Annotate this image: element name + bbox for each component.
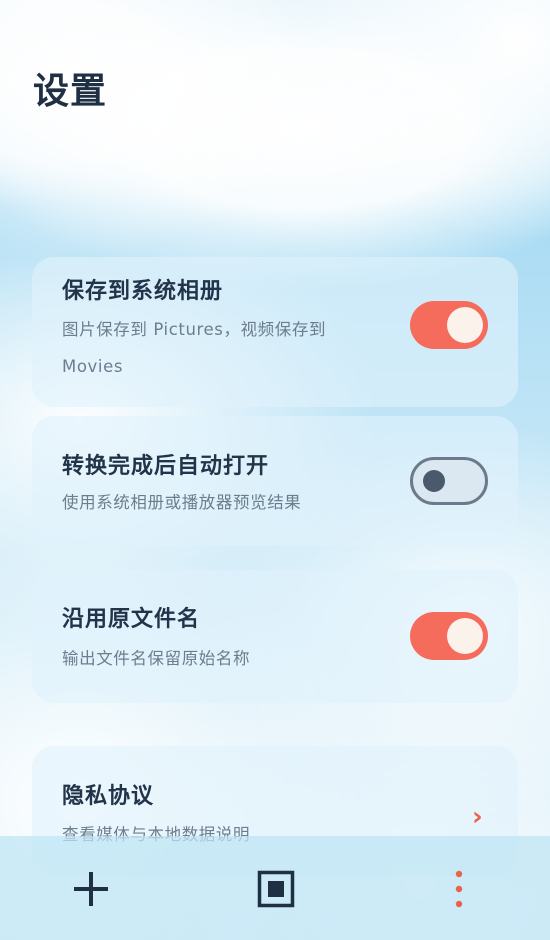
save-to-album-toggle[interactable] xyxy=(410,301,488,349)
setting-title: 保存到系统相册 xyxy=(62,279,224,304)
stop-button[interactable] xyxy=(257,870,295,908)
more-vertical-icon xyxy=(455,870,463,908)
add-button[interactable] xyxy=(72,870,110,908)
chevron-right-icon[interactable]: › xyxy=(472,802,483,832)
privacy-title: 隐私协议 xyxy=(62,784,155,809)
setting-keep-filename: 沿用原文件名 输出文件名保留原始名称 xyxy=(32,570,518,703)
setting-title: 转换完成后自动打开 xyxy=(62,454,270,479)
auto-open-toggle[interactable] xyxy=(410,457,488,505)
page-title: 设置 xyxy=(33,71,108,112)
bottom-toolbar xyxy=(0,836,550,940)
setting-auto-open: 转换完成后自动打开 使用系统相册或播放器预览结果 xyxy=(32,416,518,546)
plus-icon xyxy=(74,872,108,906)
keep-filename-toggle[interactable] xyxy=(410,612,488,660)
setting-description: 输出文件名保留原始名称 xyxy=(62,649,251,668)
setting-description: 使用系统相册或播放器预览结果 xyxy=(62,493,302,512)
stop-square-icon xyxy=(257,870,295,908)
setting-description: 图片保存到 Pictures，视频保存到 Movies xyxy=(62,320,327,376)
setting-title: 沿用原文件名 xyxy=(62,607,201,632)
toggle-knob xyxy=(447,307,483,343)
more-button[interactable] xyxy=(448,869,470,909)
toggle-knob xyxy=(447,618,483,654)
setting-save-to-album: 保存到系统相册 图片保存到 Pictures，视频保存到 Movies xyxy=(32,257,518,407)
toggle-knob xyxy=(423,470,445,492)
